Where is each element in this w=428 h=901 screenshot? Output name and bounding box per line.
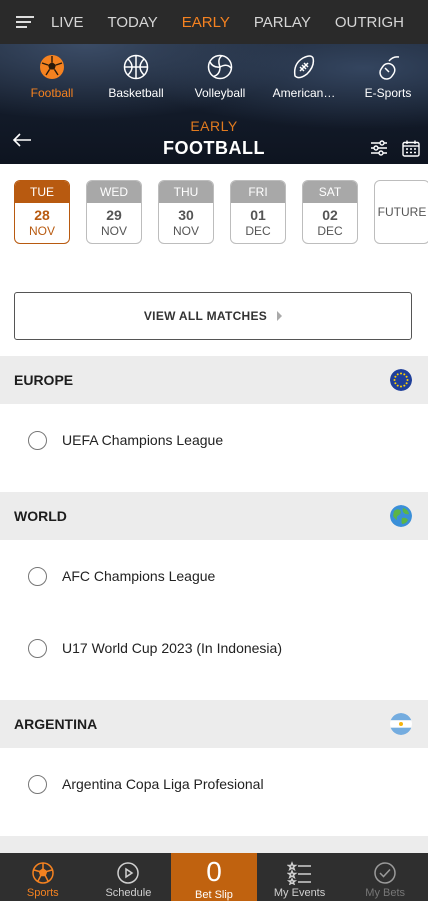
sport-tab-basketball[interactable]: Basketball [91, 54, 181, 100]
bottom-tab-label: Sports [26, 887, 59, 899]
region-header-argentina[interactable]: ARGENTINA [0, 700, 428, 748]
date-tile[interactable]: SAT 02 DEC [302, 180, 358, 244]
date-month: DEC [245, 224, 271, 238]
bet-slip-count: 0 [206, 856, 222, 887]
hamburger-menu-icon[interactable] [0, 0, 51, 44]
nav-tab-today[interactable]: TODAY [107, 14, 157, 31]
league-radio[interactable] [28, 774, 47, 794]
calendar-icon[interactable] [402, 140, 420, 157]
region-name: ARGENTINA [14, 716, 98, 732]
league-name: AFC Champions League [62, 568, 216, 584]
basketball-icon [123, 54, 149, 80]
date-day: 02 [322, 207, 338, 223]
bet-slip-button[interactable]: 0 Bet Slip [171, 853, 257, 901]
filter-icon[interactable] [370, 140, 388, 156]
region-name: WORLD [14, 508, 67, 524]
league-item[interactable]: Argentina Copa Liga Profesional [0, 748, 428, 820]
view-all-matches-button[interactable]: VIEW ALL MATCHES [14, 292, 412, 340]
league-item[interactable]: UEFA Champions League [0, 404, 428, 476]
hero-subtitle: EARLY [190, 118, 238, 134]
date-tile[interactable]: WED 29 NOV [86, 180, 142, 244]
hero-title: FOOTBALL [163, 138, 265, 158]
bottom-tab-my-bets[interactable]: My Bets [342, 853, 428, 901]
region-name: EUROPE [14, 372, 74, 388]
bottom-tab-label: My Bets [365, 887, 406, 899]
date-month: NOV [28, 224, 55, 238]
volleyball-icon [207, 54, 233, 80]
bottom-tab-label: Schedule [105, 887, 152, 899]
nav-tab-live[interactable]: LIVE [51, 14, 84, 31]
date-month: NOV [100, 224, 127, 238]
region-header-europe[interactable]: EUROPE [0, 356, 428, 404]
date-weekday: TUE [15, 181, 69, 203]
date-month: DEC [317, 224, 343, 238]
sports-hero: Football Basketball Volleyball American…… [0, 44, 428, 164]
bottom-tab-bar: Sports Schedule 0 Bet Slip My Events My … [0, 853, 428, 901]
sport-label: Volleyball [194, 86, 246, 100]
date-day: 28 [34, 207, 50, 223]
schedule-play-icon [117, 862, 140, 884]
league-name: Argentina Copa Liga Profesional [62, 776, 264, 792]
date-selector: TUE 28 NOV WED 29 NOV THU 30 NOV FRI 01 … [14, 180, 428, 244]
date-tile[interactable]: TUE 28 NOV [14, 180, 70, 244]
sports-ball-icon [32, 862, 54, 884]
my-bets-check-icon [374, 862, 396, 884]
top-nav: LIVE TODAY EARLY PARLAY OUTRIGH [0, 0, 428, 44]
american-football-icon [293, 55, 315, 79]
sport-label: Football [30, 86, 74, 100]
caret-right-icon [277, 311, 283, 321]
region-header-world[interactable]: WORLD [0, 492, 428, 540]
e-sports-icon [379, 56, 400, 80]
league-radio[interactable] [28, 566, 47, 586]
sport-label: E-Sports [364, 86, 412, 100]
date-tile[interactable]: THU 30 NOV [158, 180, 214, 244]
date-day: 29 [106, 207, 122, 223]
date-weekday: FRI [231, 181, 285, 203]
sport-tab-e-sports[interactable]: E-Sports [343, 54, 428, 100]
date-tile[interactable]: FRI 01 DEC [230, 180, 286, 244]
bottom-tab-label: My Events [273, 887, 326, 899]
date-weekday: WED [87, 181, 141, 203]
view-all-label: VIEW ALL MATCHES [143, 309, 268, 323]
globe-icon [390, 505, 412, 527]
my-events-list-icon [286, 861, 311, 885]
league-name: U17 World Cup 2023 (In Indonesia) [62, 640, 282, 656]
sport-label: American… [272, 86, 336, 100]
date-month: NOV [172, 224, 199, 238]
league-name: UEFA Champions League [62, 432, 224, 448]
date-day: 30 [178, 207, 194, 223]
eu-flag-icon [390, 369, 412, 391]
date-day: 01 [250, 207, 266, 223]
date-weekday: THU [159, 181, 213, 203]
league-item[interactable]: U17 World Cup 2023 (In Indonesia) [0, 612, 428, 684]
nav-tab-early[interactable]: EARLY [182, 14, 230, 31]
future-date-tile[interactable]: FUTURE [374, 180, 428, 244]
bottom-tab-sports[interactable]: Sports [0, 853, 86, 901]
bet-slip-label: Bet Slip [195, 889, 233, 901]
league-radio[interactable] [28, 638, 47, 658]
bottom-tab-schedule[interactable]: Schedule [86, 853, 172, 901]
argentina-flag-icon [390, 713, 412, 735]
sport-label: Basketball [108, 86, 164, 100]
bottom-tab-my-events[interactable]: My Events [257, 853, 343, 901]
nav-tab-outright[interactable]: OUTRIGH [335, 14, 404, 31]
sport-tab-american-football[interactable]: American… [259, 54, 349, 100]
sport-tab-volleyball[interactable]: Volleyball [175, 54, 265, 100]
league-item[interactable]: AFC Champions League [0, 540, 428, 612]
league-radio[interactable] [28, 430, 47, 450]
football-icon [40, 55, 64, 79]
date-weekday: SAT [303, 181, 357, 203]
nav-tab-parlay[interactable]: PARLAY [254, 14, 311, 31]
league-list: EUROPE UEFA Champions League WORLD AFC C… [0, 356, 428, 884]
sport-tab-football[interactable]: Football [7, 54, 97, 100]
